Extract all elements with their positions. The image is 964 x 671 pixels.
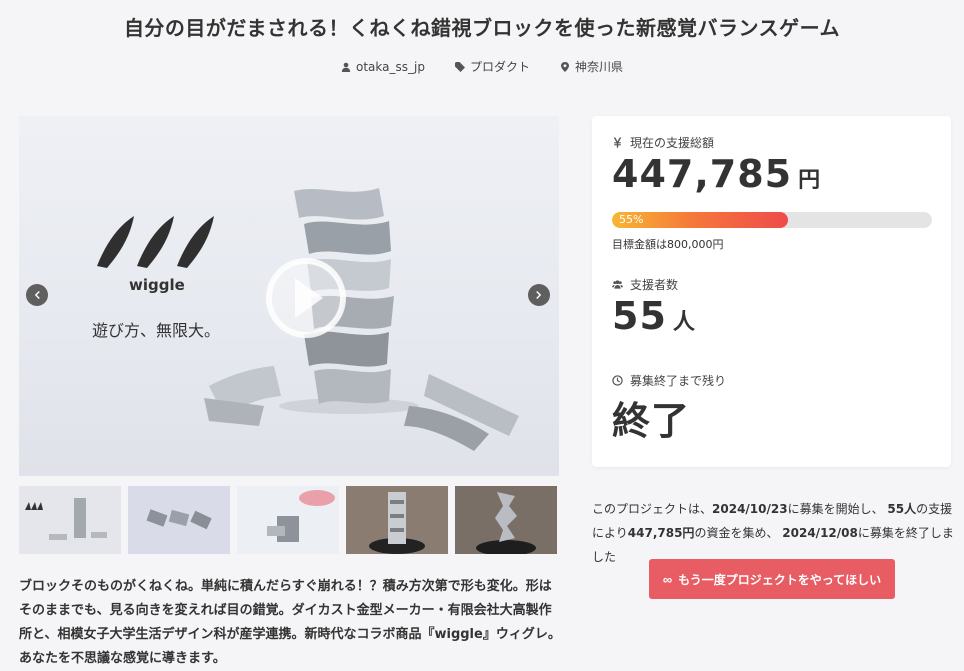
hero-image: wiggle 遊び方、無限大。 [92,188,519,451]
project-description: ブロックそのものがくねくね。単純に積んだらすぐ崩れる！？積み方次第で形も変化。形… [19,579,561,666]
thumbnail-2[interactable] [128,486,230,554]
remaining-label: 募集終了まで残り [630,374,727,388]
clock-icon [612,375,623,386]
total-label-row: 現在の支援総額 [612,134,714,151]
total-unit: 円 [798,168,821,193]
summary-text-1: このプロジェクトは、 [592,502,713,516]
remaining-value: 終了 [612,399,691,443]
request-again-button[interactable]: ∞ もう一度プロジェクトをやってほしい [649,559,895,599]
thumbnail-1[interactable] [19,486,121,554]
users-icon [612,280,623,289]
meta-user-label: otaka_ss_jp [356,59,425,74]
user-icon [341,62,351,72]
backers-value: 55 [612,294,667,338]
backers-count: 55 人 [612,294,695,338]
hero-brand: wiggle [129,276,185,294]
infinity-icon: ∞ [662,571,673,587]
summary-text-4: の資金を集め、 [694,526,779,540]
summary-end-date: 2024/12/08 [782,526,858,540]
progress-label: 55% [619,213,644,226]
summary-start-date: 2024/10/23 [712,502,788,516]
total-label: 現在の支援総額 [630,136,715,150]
summary-amount: 447,785円 [627,526,695,540]
remaining-value-row: 終了 [612,390,690,445]
backers-label-row: 支援者数 [612,276,678,293]
funding-card: 現在の支援総額 447,785 円 55% 目標金額は800,000円 支援者数 … [592,116,951,467]
thumbnail-3[interactable] [237,486,339,554]
backers-label: 支援者数 [630,278,679,292]
chevron-right-icon [536,291,542,299]
total-value: 447,785 [612,152,793,196]
summary-text-2: に募集を開始し、 [787,502,884,516]
thumbnail-strip [19,486,559,554]
yen-icon [613,137,622,148]
goal-text: 目標金額は800,000円 [612,238,724,251]
play-icon[interactable] [266,258,346,338]
project-meta: otaka_ss_jp プロダクト 神奈川県 [0,58,964,75]
remaining-label-row: 募集終了まで残り [612,372,726,389]
meta-category-label: プロダクト [469,60,530,74]
meta-location-label: 神奈川県 [574,60,623,74]
total-amount: 447,785 円 [612,152,820,196]
carousel-prev-button[interactable] [26,284,48,306]
meta-user[interactable]: otaka_ss_jp [341,58,425,75]
request-again-label: もう一度プロジェクトをやってほしい [678,572,882,587]
progress-bar: 55% [612,212,932,228]
wiggle-logo [97,216,214,268]
map-pin-icon [560,61,569,72]
page-title: 自分の目がだまされる！くねくね錯視ブロックを使った新感覚バランスゲーム [123,16,841,40]
carousel-next-button[interactable] [528,284,550,306]
meta-location[interactable]: 神奈川県 [560,58,623,75]
hero-video[interactable]: wiggle 遊び方、無限大。 [19,116,559,476]
thumbnail-4[interactable] [346,486,448,554]
backers-unit: 人 [672,310,695,335]
tag-icon [454,61,465,72]
hero-tagline: 遊び方、無限大。 [92,321,220,340]
meta-category[interactable]: プロダクト [454,58,530,75]
chevron-left-icon [34,291,40,299]
thumbnail-5[interactable] [455,486,557,554]
summary-backers: 55人 [887,502,917,516]
block-tower [204,188,519,451]
